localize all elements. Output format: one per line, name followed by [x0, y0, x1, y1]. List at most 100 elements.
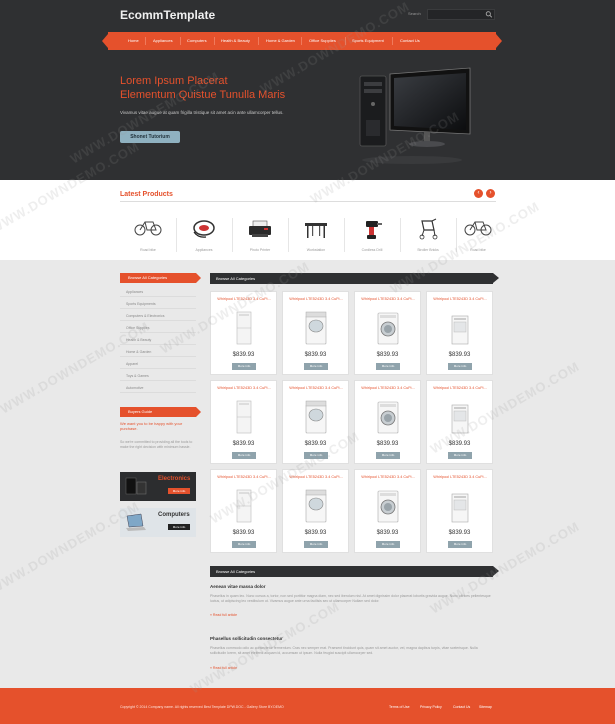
sidebar-item-category[interactable]: Appliances — [120, 288, 196, 297]
search-icon[interactable] — [485, 11, 493, 18]
more-info-button[interactable]: More info — [168, 524, 190, 530]
product-name[interactable]: Whirlpool LTE5243D 3.4 CuFt... — [215, 386, 273, 391]
more-info-button[interactable]: More info — [304, 452, 328, 459]
site-logo[interactable]: EcommTemplate — [120, 8, 215, 22]
sidebar-item-category[interactable]: Computers & Electronics — [120, 312, 196, 321]
nav-divider — [345, 37, 346, 45]
latest-products-title: Latest Products — [120, 191, 173, 198]
more-info-button[interactable]: More info — [376, 452, 400, 459]
carousel-item[interactable]: Photo Printer — [232, 218, 288, 254]
carousel-item[interactable]: Appliances — [176, 218, 232, 254]
more-info-button[interactable]: More info — [232, 541, 256, 548]
nav-item-health-beauty[interactable]: Health & Beauty — [221, 38, 250, 43]
more-info-button[interactable]: More info — [448, 541, 472, 548]
product-card[interactable]: Whirlpool LTE5243D 3.4 CuFt... $839.93 Mor… — [354, 380, 421, 464]
nav-divider — [214, 37, 215, 45]
nav-item-office-supplies[interactable]: Office Supplies — [309, 38, 336, 43]
sidebar-item-category[interactable]: Health & Beauty — [120, 336, 196, 345]
compact-washer-icon — [451, 404, 469, 434]
footer-link-privacy[interactable]: Privacy Policy — [420, 705, 442, 709]
more-info-button[interactable]: More info — [304, 541, 328, 548]
more-info-button[interactable]: More info — [232, 452, 256, 459]
product-card[interactable]: Whirlpool LTE5243D 3.4 CuFt... $839.93 Mor… — [282, 380, 349, 464]
nav-item-sports-equipment[interactable]: Sports Equipment — [352, 38, 384, 43]
product-card[interactable]: Whirlpool LTE5243D 3.4 CuFt... $839.93 Mor… — [426, 469, 493, 553]
sidebar-item-category[interactable]: Home & Garden — [120, 348, 196, 357]
product-card[interactable]: Whirlpool LTE5243D 3.4 CuFt... $839.93 Mor… — [210, 380, 277, 464]
product-card[interactable]: Whirlpool LTE5243D 3.4 CuFt... $839.93 Mor… — [282, 291, 349, 375]
carousel-next-button[interactable]: › — [486, 189, 495, 198]
carousel-item[interactable]: Road bike — [450, 218, 506, 254]
more-info-button[interactable]: More info — [376, 363, 400, 370]
stroller-icon — [419, 218, 438, 240]
carousel-item-label: Stroller Bricks — [417, 248, 439, 252]
product-name[interactable]: Whirlpool LTE5243D 3.4 CuFt... — [359, 297, 417, 302]
sidebar-item-category[interactable]: Toys & Games — [120, 372, 196, 381]
product-name[interactable]: Whirlpool LTE5243D 3.4 CuFt... — [215, 475, 273, 480]
footer-link-sitemap[interactable]: Sitemap — [479, 705, 492, 709]
product-card[interactable]: Whirlpool LTE5243D 3.4 CuFt... $839.93 Mor… — [426, 380, 493, 464]
carousel-item[interactable]: Stroller Bricks — [400, 218, 456, 254]
more-info-button[interactable]: More info — [448, 363, 472, 370]
nav-item-home-garden[interactable]: Home & Garden — [266, 38, 295, 43]
more-info-button[interactable]: More info — [232, 363, 256, 370]
compact-washer-icon — [451, 493, 469, 523]
hero-button[interactable]: Shonet Tutorium — [120, 131, 180, 143]
computer-monitor-image — [359, 67, 471, 164]
carousel-item[interactable]: Workstation — [288, 218, 344, 254]
electronics-promo[interactable]: Electronics More info — [120, 472, 196, 501]
sidebar-item-category[interactable]: Sports Equipments — [120, 300, 196, 309]
main-navigation: Home Appliances Computers Health & Beaut… — [102, 32, 502, 50]
nav-item-computers[interactable]: Computers — [187, 38, 207, 43]
top-load-washer-icon — [305, 311, 327, 345]
product-name[interactable]: Whirlpool LTE5243D 3.4 CuFt... — [431, 475, 489, 480]
product-name[interactable]: Whirlpool LTE5243D 3.4 CuFt... — [287, 297, 345, 302]
product-card[interactable]: Whirlpool LTE5243D 3.4 CuFt... $839.93 Mor… — [282, 469, 349, 553]
product-card[interactable]: Whirlpool LTE5243D 3.4 CuFt... $839.93 Mor… — [354, 469, 421, 553]
product-card[interactable]: Whirlpool LTE5243D 3.4 CuFt... $839.93 Mor… — [426, 291, 493, 375]
hair-dryer-icon — [193, 220, 215, 238]
nav-item-home[interactable]: Home — [128, 38, 139, 43]
buyers-guide-text: So we're committed to providing all the … — [120, 440, 193, 449]
carousel-prev-button[interactable]: ‹ — [474, 189, 483, 198]
bicycle-icon — [134, 221, 162, 236]
footer-link-terms[interactable]: Terms of Use — [389, 705, 410, 709]
product-price: $839.93 — [232, 441, 255, 447]
product-card[interactable]: Whirlpool LTE5243D 3.4 CuFt... $839.93 Mor… — [210, 291, 277, 375]
footer-link-contact[interactable]: Contact Us — [453, 705, 470, 709]
more-info-button[interactable]: More info — [376, 541, 400, 548]
product-name[interactable]: Whirlpool LTE5243D 3.4 CuFt... — [215, 297, 273, 302]
sidebar-item-category[interactable]: Automotive — [120, 384, 196, 393]
buyers-guide-text: We want you to be happy with your purcha… — [120, 421, 183, 431]
product-card[interactable]: Whirlpool LTE5243D 3.4 CuFt... $839.93 Mor… — [354, 291, 421, 375]
more-info-button[interactable]: More info — [168, 488, 190, 494]
product-name[interactable]: Whirlpool LTE5243D 3.4 CuFt... — [287, 386, 345, 391]
carousel-item[interactable]: Cordless Drill — [344, 218, 400, 254]
article-title[interactable]: Phasellus sollicitudin consectetur — [210, 636, 283, 641]
sidebar-item-category[interactable]: Apparel — [120, 360, 196, 369]
buyers-guide-heading: Buyers Guide — [120, 407, 201, 417]
more-info-button[interactable]: More info — [304, 363, 328, 370]
nav-item-contact-us[interactable]: Contact Us — [400, 38, 420, 43]
product-name[interactable]: Whirlpool LTE5243D 3.4 CuFt... — [431, 386, 489, 391]
computers-promo[interactable]: Computers More info — [120, 508, 196, 537]
stack-washer-icon — [236, 489, 252, 523]
nav-item-appliances[interactable]: Appliances — [153, 38, 173, 43]
more-info-button[interactable]: More info — [448, 452, 472, 459]
product-card[interactable]: Whirlpool LTE5243D 3.4 CuFt... $839.93 Mor… — [210, 469, 277, 553]
nav-divider — [301, 37, 302, 45]
product-price: $839.93 — [304, 352, 327, 358]
article-body: Phasellus in quam leo. Nunc cursus a, to… — [210, 594, 491, 603]
product-name[interactable]: Whirlpool LTE5243D 3.4 CuFt... — [359, 475, 417, 480]
product-grid-heading: Browse All Categories — [210, 273, 499, 284]
front-load-washer-icon — [377, 490, 399, 523]
read-more-link[interactable]: » Read full article — [210, 613, 237, 617]
product-name[interactable]: Whirlpool LTE5243D 3.4 CuFt... — [431, 297, 489, 302]
nav-divider — [258, 37, 259, 45]
article-title[interactable]: Aenean vitae massa dolor — [210, 584, 266, 589]
product-name[interactable]: Whirlpool LTE5243D 3.4 CuFt... — [287, 475, 345, 480]
sidebar-item-category[interactable]: Office Supplies — [120, 324, 196, 333]
carousel-item[interactable]: Road bike — [120, 218, 176, 254]
read-more-link[interactable]: » Read full article — [210, 666, 237, 670]
product-name[interactable]: Whirlpool LTE5243D 3.4 CuFt... — [359, 386, 417, 391]
